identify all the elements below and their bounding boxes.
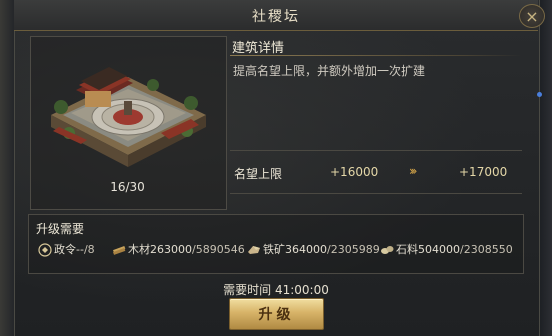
upgrade-button[interactable]: 升级 — [229, 298, 324, 330]
close-icon: × — [525, 6, 539, 26]
stat-divider-top — [230, 150, 522, 151]
decree-icon — [38, 243, 52, 257]
building-level: 16/30 — [110, 180, 145, 194]
requirement-decree: 政令 -- /8 — [38, 241, 95, 257]
requirement-iron-need: /2305989 — [327, 242, 380, 256]
notification-dot — [537, 92, 542, 97]
stat-current-value: +16000 — [330, 165, 379, 179]
requirement-iron: 铁矿 364000 /2305989 — [247, 241, 380, 257]
detail-title: 建筑详情 — [232, 41, 285, 56]
altar-building-image — [51, 67, 206, 167]
requirement-wood: 木材 263000 /5890546 — [112, 241, 245, 257]
requirement-decree-have: -- — [76, 242, 84, 256]
requirement-iron-name: 铁矿 — [263, 243, 285, 256]
requirement-wood-name: 木材 — [128, 243, 150, 256]
stat-name: 名望上限 — [234, 167, 283, 181]
requirement-stone: 石料 504000 /2308550 — [380, 241, 513, 257]
stat-arrow-icon: ››› — [409, 164, 418, 178]
close-button[interactable]: × — [519, 4, 545, 28]
requirement-decree-name: 政令 — [54, 243, 76, 256]
requirement-stone-name: 石料 — [396, 243, 418, 256]
detail-description: 提高名望上限，并额外增加一次扩建 — [233, 64, 426, 78]
required-time: 需要时间 41:00:00 — [223, 283, 329, 297]
stat-next-value: +17000 — [459, 165, 508, 179]
requirement-wood-need: /5890546 — [192, 242, 245, 256]
requirement-iron-have: 364000 — [285, 242, 327, 256]
wood-icon — [112, 243, 126, 255]
requirement-stone-need: /2308550 — [460, 242, 513, 256]
requirement-wood-have: 263000 — [150, 242, 192, 256]
stat-divider-bottom — [230, 193, 522, 194]
iron-icon — [247, 243, 261, 255]
requirement-stone-have: 504000 — [418, 242, 460, 256]
stone-icon — [380, 243, 394, 255]
requirement-decree-need: /8 — [83, 242, 95, 256]
requirements-title: 升级需要 — [36, 222, 85, 236]
window-title: 社稷坛 — [252, 9, 300, 25]
detail-title-divider — [230, 55, 522, 56]
